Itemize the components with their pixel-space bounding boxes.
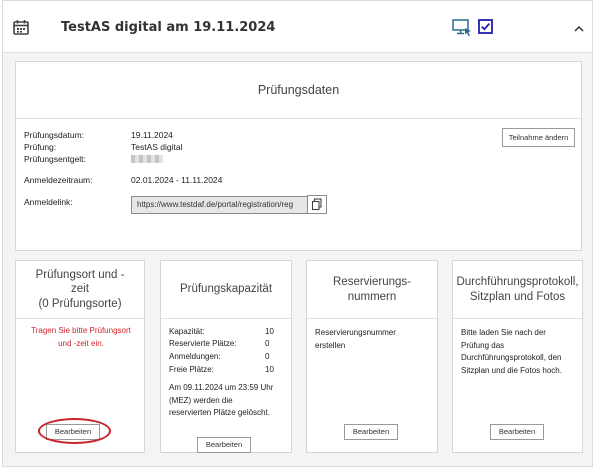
reservation-card-title: Reservierungs- nummern: [307, 261, 437, 319]
capacity-note: Am 09.11.2024 um 23:59 Uhr (MEZ) werden …: [169, 382, 291, 420]
capacity-value: 10: [265, 327, 274, 336]
capacity-note-line2: (MEZ) werden die: [169, 395, 233, 405]
exam-fee-label: Prüfungsentgelt:: [24, 154, 86, 164]
location-warning-line1: Tragen Sie bitte Prüfungsort: [31, 326, 131, 335]
location-warning: Tragen Sie bitte Prüfungsort und -zeit e…: [16, 325, 146, 350]
free-seats-label: Freie Plätze:: [169, 365, 214, 374]
reserved-seats-label: Reservierte Plätze:: [169, 339, 237, 348]
reservation-text-line1: Reservierungsnummer: [315, 328, 396, 337]
location-card-title: Prüfungsort und - zeit (0 Prüfungsorte): [16, 261, 144, 319]
registration-link-label: Anmeldelink:: [24, 197, 73, 207]
chevron-up-icon[interactable]: [574, 25, 584, 32]
exam-data-title: Prüfungsdaten: [16, 62, 581, 119]
protocol-card: Durchführungsprotokoll, Sitzplan und Fot…: [452, 260, 583, 453]
highlight-circle: [38, 418, 111, 444]
copy-link-button[interactable]: [307, 195, 327, 214]
exam-data-panel: Prüfungsdaten Prüfungsdatum: 19.11.2024 …: [15, 61, 582, 251]
checkbox-checked-icon[interactable]: [478, 19, 493, 34]
location-title-line2: zeit: [71, 283, 89, 296]
protocol-text-line1: Bitte laden Sie nach der: [461, 328, 546, 337]
location-warning-line2: und -zeit ein.: [58, 338, 104, 348]
reservation-text: Reservierungsnummer erstellen: [315, 327, 437, 352]
registration-period-value: 02.01.2024 - 11.11.2024: [131, 175, 223, 185]
protocol-title-line2: Sitzplan und Fotos: [469, 290, 566, 303]
protocol-edit-button[interactable]: Bearbeiten: [490, 424, 544, 440]
exam-date-value: 19.11.2024: [131, 130, 173, 140]
location-title-line1: Prüfungsort und -: [35, 268, 125, 281]
monitor-cursor-icon[interactable]: [452, 19, 472, 37]
calendar-icon: [13, 20, 29, 35]
protocol-text-line4: Sitzplan und die Fotos hoch.: [461, 365, 562, 375]
capacity-note-line3: reservierten Plätze gelöscht.: [169, 408, 270, 417]
capacity-card-title: Prüfungskapazität: [161, 261, 291, 319]
accordion-header[interactable]: TestAS digital am 19.11.2024: [3, 1, 592, 53]
capacity-label: Kapazität:: [169, 327, 205, 336]
exam-value: TestAS digital: [131, 142, 183, 152]
exam-label: Prüfung:: [24, 142, 57, 152]
reservation-title-line1: Reservierungs-: [333, 276, 411, 289]
capacity-card: Prüfungskapazität Kapazität: 10 Reservie…: [160, 260, 292, 453]
protocol-text: Bitte laden Sie nach der Prüfung das Dur…: [461, 327, 583, 377]
reservation-text-line2: erstellen: [315, 340, 346, 350]
reservation-edit-button[interactable]: Bearbeiten: [344, 424, 398, 440]
registrations-label: Anmeldungen:: [169, 352, 221, 361]
capacity-note-line1: Am 09.11.2024 um 23:59 Uhr: [169, 383, 274, 392]
exam-title: TestAS digital am 19.11.2024: [61, 20, 276, 35]
exam-date-label: Prüfungsdatum:: [24, 130, 85, 140]
registration-link-field[interactable]: https://www.testdaf.de/portal/registrati…: [131, 196, 315, 214]
protocol-text-line3: Durchführungsprotokoll, den: [461, 353, 562, 362]
capacity-edit-button[interactable]: Bearbeiten: [197, 437, 251, 453]
location-title-line3: (0 Prüfungsorte): [38, 297, 122, 310]
protocol-card-title: Durchführungsprotokoll, Sitzplan und Fot…: [453, 261, 582, 319]
registration-period-label: Anmeldezeitraum:: [24, 175, 93, 185]
protocol-title-line1: Durchführungsprotokoll,: [456, 276, 579, 289]
protocol-text-line2: Prüfung das: [461, 340, 505, 350]
free-seats-value: 10: [265, 365, 274, 374]
registrations-value: 0: [265, 352, 270, 361]
exam-fee-value-redacted: [131, 155, 163, 163]
copy-icon: [311, 198, 322, 211]
change-participation-button[interactable]: Teilnahme ändern: [502, 128, 575, 147]
reservation-title-line2: nummern: [347, 290, 397, 303]
reserved-seats-value: 0: [265, 339, 270, 348]
exam-accordion: TestAS digital am 19.11.2024 Prüfungsdat…: [2, 0, 593, 467]
reservation-card: Reservierungs- nummern Reservierungsnumm…: [306, 260, 438, 453]
